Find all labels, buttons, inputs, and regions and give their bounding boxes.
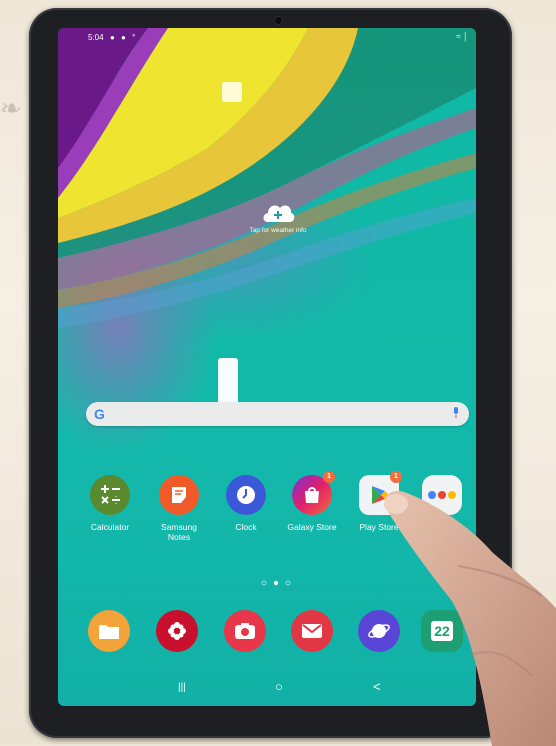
my-files-icon: [88, 610, 130, 652]
gallery-icon: [156, 610, 198, 652]
notification-badge: 1: [390, 471, 402, 483]
pointing-finger: [384, 491, 556, 746]
email-icon: [291, 610, 333, 652]
app-calculator[interactable]: Calculator: [78, 475, 142, 532]
dock-my-files[interactable]: [77, 610, 141, 652]
app-galaxy-store[interactable]: 1 Galaxy Store: [280, 471, 344, 532]
cloud-plus-icon: [263, 205, 295, 222]
app-label: Samsung Notes: [161, 522, 197, 542]
calculator-icon: [90, 475, 130, 515]
mic-icon[interactable]: [453, 407, 459, 419]
app-samsung-notes[interactable]: Samsung Notes: [147, 475, 211, 542]
page-indicator: [261, 580, 291, 586]
dock-gallery[interactable]: [145, 610, 209, 652]
wifi-battery-icon: ≈ │: [456, 32, 468, 41]
wallpaper-swirl: [58, 28, 476, 328]
weather-widget[interactable]: Tap for weather info: [228, 200, 328, 234]
recents-button[interactable]: |||: [178, 682, 186, 693]
notification-badge: 1: [323, 471, 335, 483]
dock-email[interactable]: [280, 610, 344, 652]
app-label: Galaxy Store: [287, 522, 337, 532]
app-label: Calculator: [90, 522, 130, 532]
app-clock[interactable]: Clock: [214, 475, 278, 532]
clock-icon: [226, 475, 266, 515]
app-label: Clock: [235, 522, 257, 532]
screen-reflection: [222, 82, 242, 102]
notes-icon: [159, 475, 199, 515]
dock-camera[interactable]: [213, 610, 277, 652]
notification-icons: ● ● °: [110, 33, 138, 42]
status-bar: 5:04 ● ● ° ≈ │: [58, 28, 476, 46]
google-search-bar[interactable]: G: [86, 402, 469, 426]
front-camera: [275, 17, 282, 24]
status-time: 5:04: [88, 33, 104, 42]
google-logo-icon: G: [94, 406, 105, 422]
weather-text: Tap for weather info: [249, 227, 307, 234]
home-button[interactable]: ○: [275, 679, 283, 694]
shopping-bag-icon: 1: [292, 471, 335, 515]
camera-icon: [224, 610, 266, 652]
